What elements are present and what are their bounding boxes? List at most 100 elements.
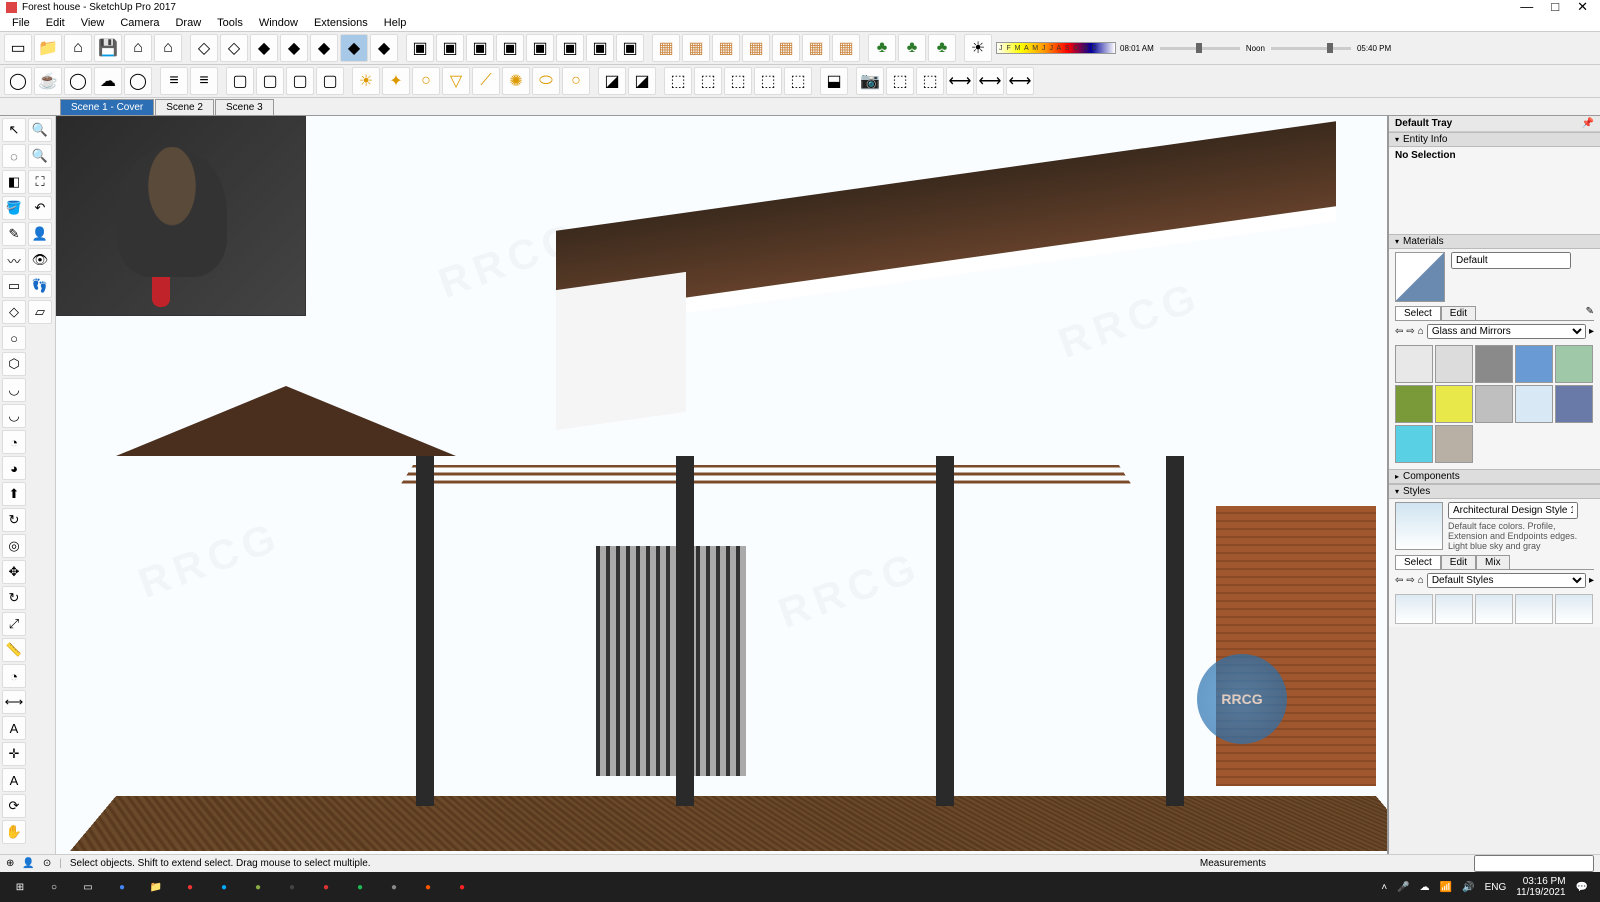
align-1-icon[interactable]: ≡: [160, 67, 188, 95]
paint-icon[interactable]: 🪣: [2, 196, 26, 220]
user-icon[interactable]: 👤: [22, 858, 34, 869]
eraser-icon[interactable]: ◧: [2, 170, 26, 194]
style-thumb[interactable]: [1395, 594, 1433, 624]
rotate-icon[interactable]: ↻: [2, 586, 26, 610]
circle-3-icon[interactable]: ◯: [124, 67, 152, 95]
window-1-icon[interactable]: ▢: [226, 67, 254, 95]
measurements-input[interactable]: [1474, 855, 1594, 872]
iso-3-icon[interactable]: ▣: [466, 34, 494, 62]
render-2-icon[interactable]: ◇: [220, 34, 248, 62]
app-icon[interactable]: ●: [446, 874, 478, 900]
material-swatch[interactable]: [1515, 385, 1553, 423]
wire-1-icon[interactable]: ⬚: [664, 67, 692, 95]
materials-tab-edit[interactable]: Edit: [1441, 306, 1476, 320]
shadow-month-strip[interactable]: J F M A M J J A S O N D: [996, 42, 1116, 54]
render-5-icon[interactable]: ◆: [310, 34, 338, 62]
tray-wifi-icon[interactable]: 📶: [1440, 882, 1452, 893]
light-2-icon[interactable]: ✦: [382, 67, 410, 95]
materials-header[interactable]: Materials: [1389, 234, 1600, 249]
material-swatch[interactable]: [1435, 385, 1473, 423]
orbit-icon[interactable]: ⟳: [2, 794, 26, 818]
tray-cloud-icon[interactable]: ☁: [1420, 882, 1430, 893]
cam-3-icon[interactable]: ⬚: [916, 67, 944, 95]
style-thumb[interactable]: [1475, 594, 1513, 624]
zoomwin-icon[interactable]: 🔍: [28, 144, 52, 168]
menu-window[interactable]: Window: [251, 17, 306, 29]
material-swatch[interactable]: [1475, 345, 1513, 383]
text-icon[interactable]: A: [2, 716, 26, 740]
material-swatch[interactable]: [1395, 345, 1433, 383]
app-icon[interactable]: ●: [174, 874, 206, 900]
window-2-icon[interactable]: ▢: [256, 67, 284, 95]
section-icon[interactable]: ▱: [28, 300, 52, 324]
save-icon[interactable]: 💾: [94, 34, 122, 62]
render-1-icon[interactable]: ◇: [190, 34, 218, 62]
iso-8-icon[interactable]: ▣: [616, 34, 644, 62]
style-thumb[interactable]: [1555, 594, 1593, 624]
material-swatch[interactable]: [1555, 385, 1593, 423]
wire-5-icon[interactable]: ⬚: [784, 67, 812, 95]
offset-icon[interactable]: ◎: [2, 534, 26, 558]
explorer-icon[interactable]: 📁: [140, 874, 172, 900]
material-swatch[interactable]: [1555, 345, 1593, 383]
chrome-icon[interactable]: ●: [106, 874, 138, 900]
back-style-icon[interactable]: ⇦: [1395, 575, 1403, 586]
circle-icon[interactable]: ○: [2, 326, 26, 350]
tray-volume-icon[interactable]: 🔊: [1462, 882, 1474, 893]
back-icon[interactable]: ⇦: [1395, 326, 1403, 337]
material-swatch[interactable]: [1395, 425, 1433, 463]
iso-2-icon[interactable]: ▣: [436, 34, 464, 62]
new-icon[interactable]: ▭: [4, 34, 32, 62]
sandbox-2-icon[interactable]: ▦: [682, 34, 710, 62]
iso-6-icon[interactable]: ▣: [556, 34, 584, 62]
arc-icon[interactable]: ◡: [2, 378, 26, 402]
cam-2-icon[interactable]: ⬚: [886, 67, 914, 95]
taskview-icon[interactable]: ▭: [72, 874, 104, 900]
arc3-icon[interactable]: ◔: [2, 430, 26, 454]
teapot-icon[interactable]: ☕: [34, 67, 62, 95]
cam-1-icon[interactable]: 📷: [856, 67, 884, 95]
window-3-icon[interactable]: ▢: [286, 67, 314, 95]
cloud-icon[interactable]: ☁: [94, 67, 122, 95]
iso-5-icon[interactable]: ▣: [526, 34, 554, 62]
material-swatch[interactable]: [1475, 385, 1513, 423]
arc2-icon[interactable]: ◡: [2, 404, 26, 428]
freehand-icon[interactable]: 〰: [2, 248, 26, 272]
sandbox-6-icon[interactable]: ▦: [802, 34, 830, 62]
render-7-icon[interactable]: ◆: [370, 34, 398, 62]
light-7-icon[interactable]: ⬭: [532, 67, 560, 95]
light-6-icon[interactable]: ✺: [502, 67, 530, 95]
solid-1-icon[interactable]: ◪: [598, 67, 626, 95]
tree-2-icon[interactable]: ♣: [898, 34, 926, 62]
shadow-toggle-icon[interactable]: ☀: [964, 34, 992, 62]
menu-tools[interactable]: Tools: [209, 17, 251, 29]
axes-icon[interactable]: ✛: [2, 742, 26, 766]
move-icon[interactable]: ✥: [2, 560, 26, 584]
start-button[interactable]: ⊞: [4, 874, 36, 900]
render-3-icon[interactable]: ◆: [250, 34, 278, 62]
sandbox-5-icon[interactable]: ▦: [772, 34, 800, 62]
app-icon[interactable]: ●: [242, 874, 274, 900]
style-thumb[interactable]: [1435, 594, 1473, 624]
iso-1-icon[interactable]: ▣: [406, 34, 434, 62]
menu-view[interactable]: View: [73, 17, 113, 29]
material-name-field[interactable]: [1451, 252, 1571, 269]
circle-2-icon[interactable]: ◯: [64, 67, 92, 95]
pencil-icon[interactable]: ✎: [2, 222, 26, 246]
pie-icon[interactable]: ◕: [2, 456, 26, 480]
maximize-button[interactable]: □: [1551, 0, 1559, 15]
materials-tab-select[interactable]: Select: [1395, 306, 1441, 320]
sandbox-3-icon[interactable]: ▦: [712, 34, 740, 62]
house-fill-icon[interactable]: ⌂: [154, 34, 182, 62]
sandbox-1-icon[interactable]: ▦: [652, 34, 680, 62]
tray-time[interactable]: 03:16 PM: [1516, 876, 1565, 887]
styles-collection-select[interactable]: Default Styles: [1427, 573, 1586, 588]
tray-mic-icon[interactable]: 🎤: [1397, 882, 1409, 893]
tray-title[interactable]: Default Tray 📌: [1389, 116, 1600, 132]
menu-extensions[interactable]: Extensions: [306, 17, 376, 29]
select-icon[interactable]: ↖: [2, 118, 26, 142]
open-icon[interactable]: 📁: [34, 34, 62, 62]
light-1-icon[interactable]: ☀: [352, 67, 380, 95]
house-outline-icon[interactable]: ⌂: [124, 34, 152, 62]
followme-icon[interactable]: ↻: [2, 508, 26, 532]
